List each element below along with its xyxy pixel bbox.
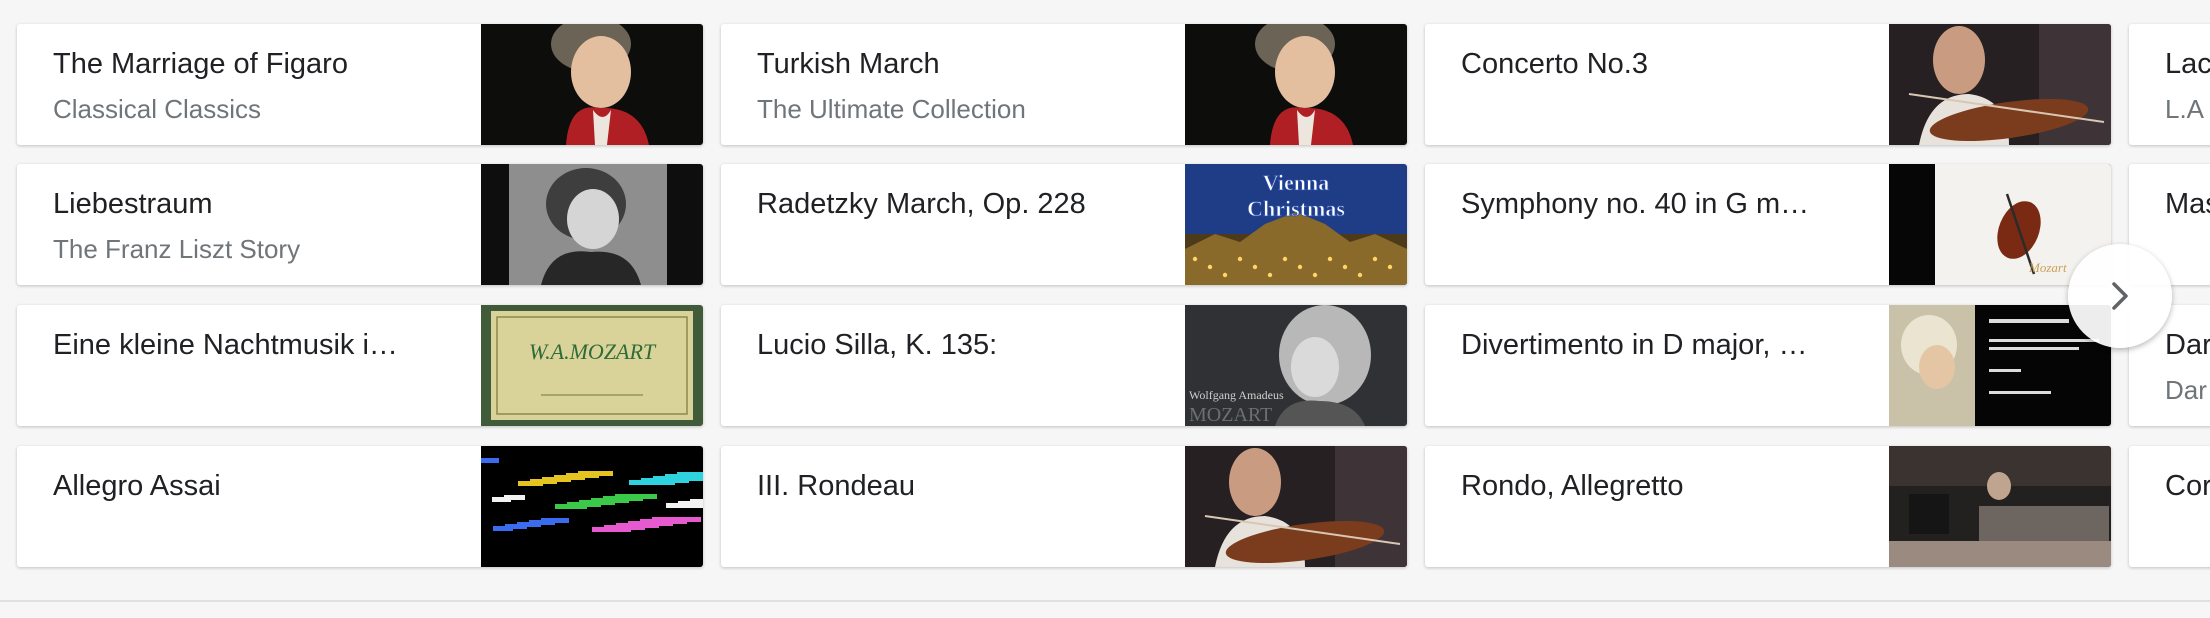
next-button[interactable] xyxy=(2068,244,2172,348)
svg-text:Vienna: Vienna xyxy=(1263,170,1329,195)
music-card[interactable]: Rondo, Allegretto xyxy=(1425,446,2111,567)
album-thumbnail xyxy=(481,164,703,285)
card-title: Lucio Silla, K. 135: xyxy=(757,329,998,361)
album-thumbnail xyxy=(1889,446,2111,567)
card-subtitle: The Franz Liszt Story xyxy=(53,234,301,264)
divider xyxy=(0,600,2210,602)
card-title: Mas xyxy=(2165,188,2210,220)
card-title: Lac xyxy=(2165,48,2210,80)
music-card[interactable]: Liebestraum The Franz Liszt Story xyxy=(17,164,703,285)
music-card[interactable]: Allegro Assai xyxy=(17,446,703,567)
card-title: Concerto No.3 xyxy=(1461,48,1648,80)
svg-text:Christmas: Christmas xyxy=(1247,196,1345,221)
card-title: Cor xyxy=(2165,470,2210,502)
music-card[interactable]: Radetzky March, Op. 228 Vienna Christmas xyxy=(721,164,1407,285)
card-title: Liebestraum xyxy=(53,188,213,220)
card-subtitle: The Ultimate Collection xyxy=(757,94,1026,124)
svg-text:W.A.MOZART: W.A.MOZART xyxy=(529,339,657,364)
card-title: Rondo, Allegretto xyxy=(1461,470,1684,502)
svg-text:Wolfgang Amadeus: Wolfgang Amadeus xyxy=(1189,388,1284,402)
card-title: III. Rondeau xyxy=(757,470,915,502)
music-card[interactable]: Symphony no. 40 in G m… Mozart xyxy=(1425,164,2111,285)
card-subtitle: L.A xyxy=(2165,94,2205,124)
music-card-grid: The Marriage of Figaro Classical Classics… xyxy=(0,0,2210,600)
music-card[interactable]: III. Rondeau xyxy=(721,446,1407,567)
music-card[interactable]: Concerto No.3 xyxy=(1425,24,2111,145)
music-card[interactable]: Lac L.A xyxy=(2129,24,2210,145)
album-thumbnail xyxy=(1889,24,2111,145)
card-title: Dar xyxy=(2165,329,2210,361)
card-subtitle: Dar xyxy=(2165,375,2207,405)
svg-text:Mozart: Mozart xyxy=(2028,260,2067,275)
card-title: Eine kleine Nachtmusik i… xyxy=(53,329,398,361)
music-card[interactable]: Lucio Silla, K. 135: Wolfgang Amadeus MO… xyxy=(721,305,1407,426)
album-thumbnail: Wolfgang Amadeus MOZART xyxy=(1185,305,1407,426)
card-title: Radetzky March, Op. 228 xyxy=(757,188,1086,220)
album-thumbnail: W.A.MOZART xyxy=(481,305,703,426)
music-card[interactable]: Turkish March The Ultimate Collection xyxy=(721,24,1407,145)
album-thumbnail xyxy=(481,24,703,145)
album-thumbnail: Vienna Christmas xyxy=(1185,164,1407,285)
card-title: Divertimento in D major, … xyxy=(1461,329,1808,361)
card-title: Turkish March xyxy=(757,48,940,80)
card-title: The Marriage of Figaro xyxy=(53,48,348,80)
card-subtitle: Classical Classics xyxy=(53,94,262,124)
music-card[interactable]: Cor xyxy=(2129,446,2210,567)
music-card[interactable]: The Marriage of Figaro Classical Classics xyxy=(17,24,703,145)
card-title: Allegro Assai xyxy=(53,470,221,502)
album-thumbnail xyxy=(1185,446,1407,567)
music-card[interactable]: Eine kleine Nachtmusik i… W.A.MOZART xyxy=(17,305,703,426)
chevron-right-icon xyxy=(2112,282,2128,310)
music-card[interactable]: Divertimento in D major, … xyxy=(1425,305,2111,426)
card-title: Symphony no. 40 in G m… xyxy=(1461,188,1810,220)
svg-text:MOZART: MOZART xyxy=(1189,404,1272,426)
album-thumbnail xyxy=(1185,24,1407,145)
album-thumbnail xyxy=(481,446,703,567)
